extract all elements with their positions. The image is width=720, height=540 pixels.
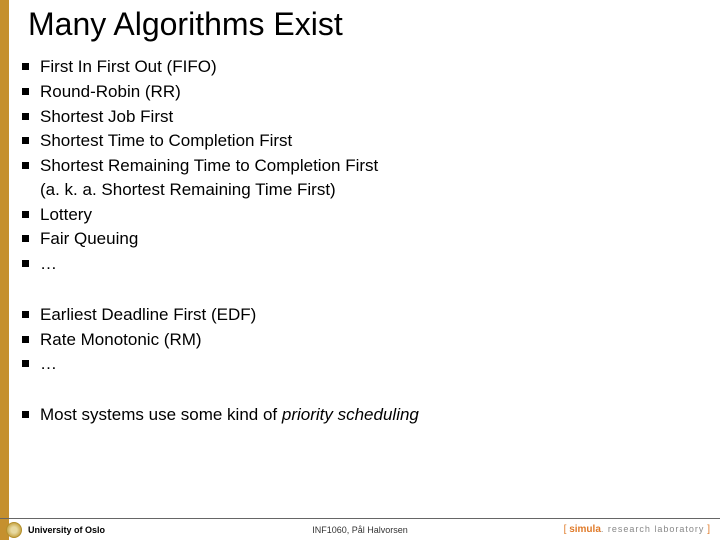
- list-item: Fair Queuing: [22, 228, 692, 250]
- list-item: Lottery: [22, 204, 692, 226]
- list-item: …: [22, 253, 692, 275]
- list-item-text: Lottery: [40, 204, 692, 226]
- italic-text: priority scheduling: [282, 405, 419, 424]
- list-item-text: First In First Out (FIFO): [40, 56, 692, 78]
- list-item-subtext: (a. k. a. Shortest Remaining Time First): [40, 179, 692, 201]
- list-item-text: Shortest Remaining Time to Completion Fi…: [40, 155, 692, 201]
- slide-content: First In First Out (FIFO) Round-Robin (RR…: [22, 56, 692, 429]
- bullet-icon: [22, 88, 29, 95]
- list-item-text: Shortest Job First: [40, 106, 692, 128]
- list-item-text: …: [40, 353, 692, 375]
- bullet-icon: [22, 113, 29, 120]
- list-item: …: [22, 353, 692, 375]
- university-seal-icon: [6, 522, 22, 538]
- bullet-icon: [22, 411, 29, 418]
- bullet-icon: [22, 137, 29, 144]
- bullet-icon: [22, 360, 29, 367]
- bullet-icon: [22, 235, 29, 242]
- list-item: Shortest Time to Completion First: [22, 130, 692, 152]
- slide-title: Many Algorithms Exist: [28, 6, 343, 43]
- list-item-text: Earliest Deadline First (EDF): [40, 304, 692, 326]
- list-item: Most systems use some kind of priority s…: [22, 404, 692, 426]
- list-item-text: Round-Robin (RR): [40, 81, 692, 103]
- list-item-text: Most systems use some kind of priority s…: [40, 404, 692, 426]
- bullet-icon: [22, 336, 29, 343]
- list-item-text: …: [40, 253, 692, 275]
- simula-logo: [ simula. research laboratory ]: [564, 524, 710, 535]
- course-info: INF1060, Pål Halvorsen: [312, 525, 408, 535]
- bullet-icon: [22, 211, 29, 218]
- university-name: University of Oslo: [28, 525, 105, 535]
- accent-bar: [0, 0, 9, 540]
- list-item: First In First Out (FIFO): [22, 56, 692, 78]
- bullet-group-2: Earliest Deadline First (EDF) Rate Monoto…: [22, 304, 692, 375]
- bullet-icon: [22, 162, 29, 169]
- bullet-icon: [22, 63, 29, 70]
- list-item: Shortest Remaining Time to Completion Fi…: [22, 155, 692, 201]
- bullet-group-1: First In First Out (FIFO) Round-Robin (RR…: [22, 56, 692, 275]
- list-item-text: Rate Monotonic (RM): [40, 329, 692, 351]
- bullet-icon: [22, 260, 29, 267]
- bullet-icon: [22, 311, 29, 318]
- bullet-group-3: Most systems use some kind of priority s…: [22, 404, 692, 426]
- list-item-text: Shortest Time to Completion First: [40, 130, 692, 152]
- list-item: Earliest Deadline First (EDF): [22, 304, 692, 326]
- list-item: Round-Robin (RR): [22, 81, 692, 103]
- list-item: Shortest Job First: [22, 106, 692, 128]
- list-item: Rate Monotonic (RM): [22, 329, 692, 351]
- footer: University of Oslo INF1060, Pål Halvorse…: [0, 518, 720, 540]
- list-item-text: Fair Queuing: [40, 228, 692, 250]
